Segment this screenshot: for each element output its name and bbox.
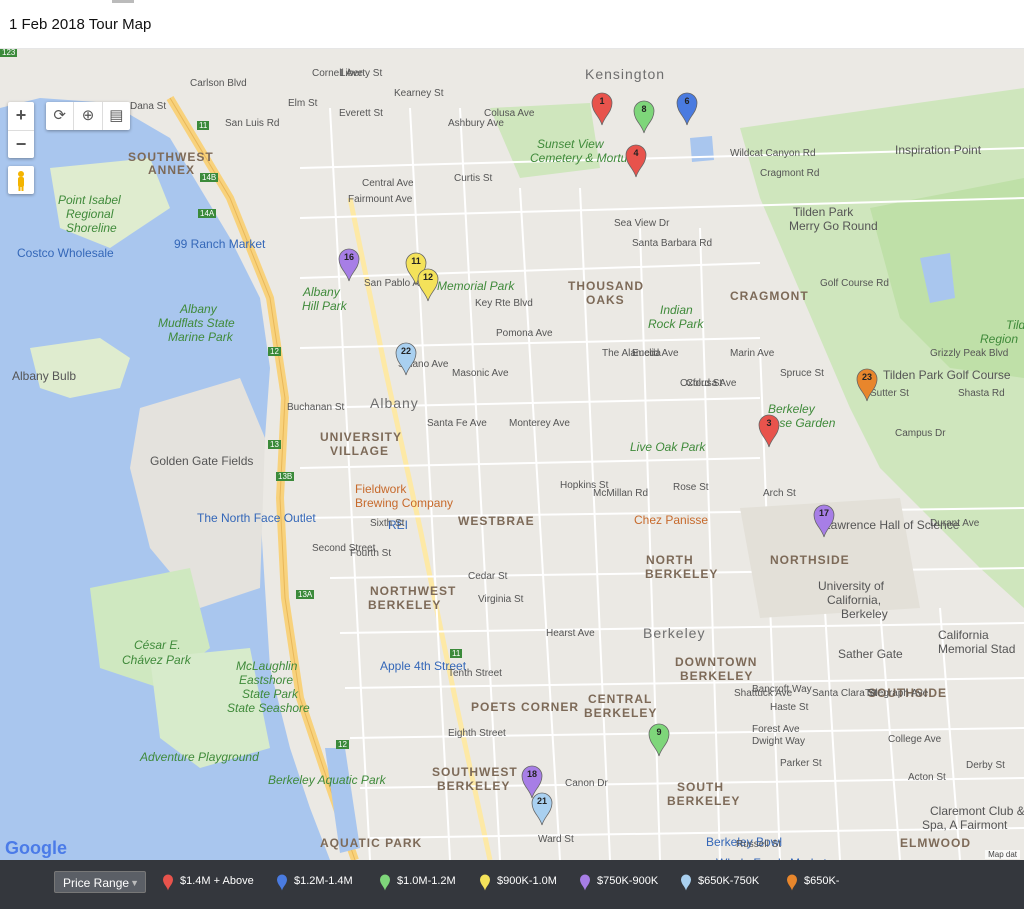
pin-number: 11 (411, 256, 421, 266)
legend-label: $650K- (804, 875, 840, 887)
listing-pin-16[interactable]: 16 (338, 248, 360, 282)
print-icon[interactable]: ▤ (103, 102, 130, 130)
page-header: 1 Feb 2018 Tour Map (0, 0, 1024, 49)
map-data-attribution[interactable]: Map dat (985, 850, 1020, 859)
pegman-icon (18, 171, 24, 191)
locate-icon[interactable]: ⊕ (74, 102, 103, 130)
price-legend: Price Range ▼ $1.4M + Above $1.2M-1.4M $1.… (0, 860, 1024, 909)
pin-number: 6 (684, 96, 690, 106)
listing-pin-6[interactable]: 6 (676, 92, 698, 126)
pin-number: 1 (599, 96, 605, 106)
pin-number: 3 (766, 418, 772, 428)
map-canvas[interactable]: Kensington SOUTHWEST ANNEX Point Isabel Regi… (0, 48, 1024, 860)
map-marker-icon (380, 874, 390, 891)
map-base (0, 48, 1024, 860)
pin-number: 22 (400, 346, 411, 356)
pin-number: 4 (633, 148, 639, 158)
header-tab-indicator (112, 0, 134, 3)
pin-number: 12 (422, 272, 433, 282)
pegman-button[interactable] (8, 166, 34, 194)
listing-pin-4[interactable]: 4 (625, 144, 647, 178)
page-title: 1 Feb 2018 Tour Map (9, 16, 152, 33)
pin-number: 16 (343, 252, 354, 262)
legend-label: $750K-900K (597, 875, 659, 887)
listing-pin-22[interactable]: 22 (395, 342, 417, 376)
pin-number: 8 (641, 104, 647, 114)
listing-pin-23[interactable]: 23 (856, 368, 878, 402)
legend-label: $1.0M-1.2M (397, 875, 456, 887)
listing-pin-21[interactable]: 21 (531, 792, 553, 826)
listing-pin-9[interactable]: 9 (648, 723, 670, 757)
listing-pin-8[interactable]: 8 (633, 100, 655, 134)
map-toolbar: ⟳ ⊕ ▤ (46, 102, 130, 130)
zoom-control: + − (8, 102, 34, 158)
map-marker-icon (787, 874, 797, 891)
chevron-down-icon: ▼ (130, 878, 139, 888)
listing-pin-3[interactable]: 3 (758, 414, 780, 448)
pin-number: 9 (656, 727, 662, 737)
listing-pin-1[interactable]: 1 (591, 92, 613, 126)
pin-number: 21 (536, 796, 547, 806)
refresh-icon[interactable]: ⟳ (46, 102, 75, 130)
legend-label: $1.2M-1.4M (294, 875, 353, 887)
legend-label: $1.4M + Above (180, 875, 254, 887)
price-range-label: Price Range (63, 876, 130, 890)
map-marker-icon (681, 874, 691, 891)
pin-number: 23 (861, 372, 872, 382)
map-marker-icon (480, 874, 490, 891)
map-marker-icon (580, 874, 590, 891)
legend-label: $650K-750K (698, 875, 760, 887)
legend-label: $900K-1.0M (497, 875, 557, 887)
zoom-in-button[interactable]: + (8, 102, 34, 130)
map-marker-icon (163, 874, 173, 891)
pin-number: 18 (526, 769, 537, 779)
zoom-out-button[interactable]: − (8, 130, 34, 159)
google-logo: Google (5, 838, 67, 858)
price-range-dropdown[interactable]: Price Range ▼ (54, 871, 146, 893)
listing-pin-17[interactable]: 17 (813, 504, 835, 538)
map-marker-icon (277, 874, 287, 891)
pin-number: 17 (818, 508, 829, 518)
listing-pin-12[interactable]: 12 (417, 268, 439, 302)
